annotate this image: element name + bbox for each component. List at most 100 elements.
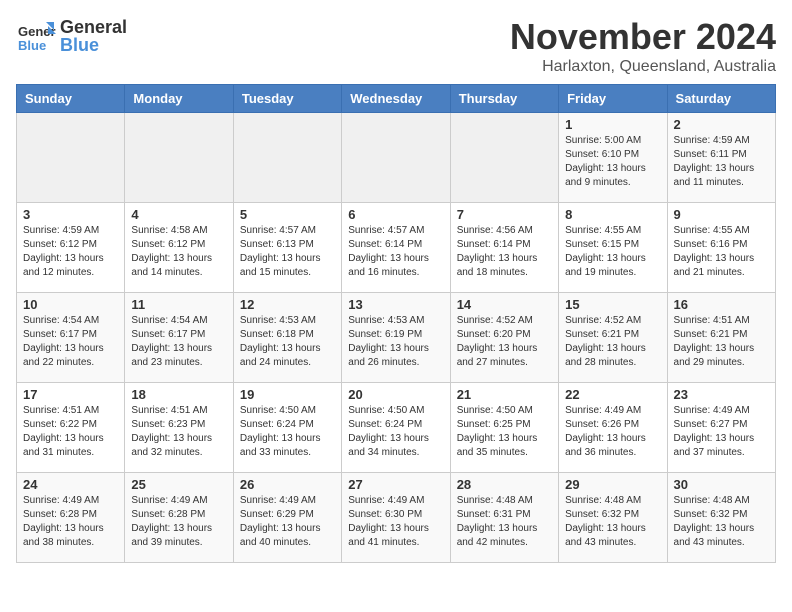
day-info: Sunrise: 4:54 AM Sunset: 6:17 PM Dayligh… (131, 314, 226, 370)
day-number: 30 (674, 477, 769, 492)
col-tuesday: Tuesday (233, 85, 341, 113)
table-row: 24Sunrise: 4:49 AM Sunset: 6:28 PM Dayli… (17, 473, 125, 563)
day-number: 20 (348, 387, 443, 402)
day-info: Sunrise: 4:51 AM Sunset: 6:23 PM Dayligh… (131, 404, 226, 460)
day-info: Sunrise: 5:00 AM Sunset: 6:10 PM Dayligh… (565, 134, 660, 190)
day-info: Sunrise: 4:48 AM Sunset: 6:32 PM Dayligh… (674, 494, 769, 550)
day-number: 25 (131, 477, 226, 492)
day-info: Sunrise: 4:49 AM Sunset: 6:29 PM Dayligh… (240, 494, 335, 550)
logo-blue: Blue (60, 36, 127, 54)
day-number: 8 (565, 207, 660, 222)
day-info: Sunrise: 4:57 AM Sunset: 6:13 PM Dayligh… (240, 224, 335, 280)
table-row (342, 113, 450, 203)
day-number: 1 (565, 117, 660, 132)
col-sunday: Sunday (17, 85, 125, 113)
day-info: Sunrise: 4:53 AM Sunset: 6:19 PM Dayligh… (348, 314, 443, 370)
col-saturday: Saturday (667, 85, 775, 113)
day-info: Sunrise: 4:50 AM Sunset: 6:25 PM Dayligh… (457, 404, 552, 460)
table-row: 16 Sunrise: 4:51 AM Sunset: 6:21 PM Dayli… (667, 293, 775, 383)
day-number: 29 (565, 477, 660, 492)
calendar-header-row: Sunday Monday Tuesday Wednesday Thursday… (17, 85, 776, 113)
table-row: 9 Sunrise: 4:55 AM Sunset: 6:16 PM Daylig… (667, 203, 775, 293)
day-number: 5 (240, 207, 335, 222)
day-info: Sunrise: 4:56 AM Sunset: 6:14 PM Dayligh… (457, 224, 552, 280)
table-row: 30 Sunrise: 4:48 AM Sunset: 6:32 PM Dayli… (667, 473, 775, 563)
table-row: 27Sunrise: 4:49 AM Sunset: 6:30 PM Dayli… (342, 473, 450, 563)
col-monday: Monday (125, 85, 233, 113)
day-number: 18 (131, 387, 226, 402)
logo-general: General (60, 18, 127, 36)
col-friday: Friday (559, 85, 667, 113)
table-row: 25 Sunrise: 4:49 AM Sunset: 6:28 PM Dayli… (125, 473, 233, 563)
day-number: 28 (457, 477, 552, 492)
day-number: 19 (240, 387, 335, 402)
table-row: 2Sunrise: 4:59 AM Sunset: 6:11 PM Daylig… (667, 113, 775, 203)
table-row: 28 Sunrise: 4:48 AM Sunset: 6:31 PM Dayli… (450, 473, 558, 563)
logo-icon: General Blue (16, 16, 56, 56)
table-row: 20 Sunrise: 4:50 AM Sunset: 6:24 PM Dayli… (342, 383, 450, 473)
table-row: 14Sunrise: 4:52 AM Sunset: 6:20 PM Dayli… (450, 293, 558, 383)
svg-text:Blue: Blue (18, 38, 46, 53)
table-row: 3 Sunrise: 4:59 AM Sunset: 6:12 PM Daylig… (17, 203, 125, 293)
day-info: Sunrise: 4:49 AM Sunset: 6:28 PM Dayligh… (131, 494, 226, 550)
page-header: General Blue General Blue November 2024 … (16, 16, 776, 76)
week-row-2: 3 Sunrise: 4:59 AM Sunset: 6:12 PM Daylig… (17, 203, 776, 293)
day-number: 15 (565, 297, 660, 312)
table-row: 18 Sunrise: 4:51 AM Sunset: 6:23 PM Dayli… (125, 383, 233, 473)
table-row: 26 Sunrise: 4:49 AM Sunset: 6:29 PM Dayli… (233, 473, 341, 563)
day-number: 12 (240, 297, 335, 312)
calendar-table: Sunday Monday Tuesday Wednesday Thursday… (16, 84, 776, 563)
day-number: 6 (348, 207, 443, 222)
day-number: 3 (23, 207, 118, 222)
table-row: 4 Sunrise: 4:58 AM Sunset: 6:12 PM Daylig… (125, 203, 233, 293)
day-number: 27 (348, 477, 443, 492)
table-row (17, 113, 125, 203)
week-row-5: 24Sunrise: 4:49 AM Sunset: 6:28 PM Dayli… (17, 473, 776, 563)
day-info: Sunrise: 4:51 AM Sunset: 6:21 PM Dayligh… (674, 314, 769, 370)
table-row: 22 Sunrise: 4:49 AM Sunset: 6:26 PM Dayli… (559, 383, 667, 473)
day-info: Sunrise: 4:51 AM Sunset: 6:22 PM Dayligh… (23, 404, 118, 460)
day-number: 2 (674, 117, 769, 132)
day-number: 9 (674, 207, 769, 222)
month-title: November 2024 (510, 16, 776, 58)
day-info: Sunrise: 4:52 AM Sunset: 6:21 PM Dayligh… (565, 314, 660, 370)
day-number: 26 (240, 477, 335, 492)
table-row: 8 Sunrise: 4:55 AM Sunset: 6:15 PM Daylig… (559, 203, 667, 293)
day-info: Sunrise: 4:55 AM Sunset: 6:15 PM Dayligh… (565, 224, 660, 280)
day-info: Sunrise: 4:49 AM Sunset: 6:26 PM Dayligh… (565, 404, 660, 460)
day-number: 17 (23, 387, 118, 402)
day-info: Sunrise: 4:58 AM Sunset: 6:12 PM Dayligh… (131, 224, 226, 280)
table-row: 15 Sunrise: 4:52 AM Sunset: 6:21 PM Dayli… (559, 293, 667, 383)
week-row-4: 17 Sunrise: 4:51 AM Sunset: 6:22 PM Dayli… (17, 383, 776, 473)
logo: General Blue General Blue (16, 16, 127, 56)
table-row (450, 113, 558, 203)
table-row: 21Sunrise: 4:50 AM Sunset: 6:25 PM Dayli… (450, 383, 558, 473)
col-wednesday: Wednesday (342, 85, 450, 113)
table-row: 7Sunrise: 4:56 AM Sunset: 6:14 PM Daylig… (450, 203, 558, 293)
day-number: 22 (565, 387, 660, 402)
day-info: Sunrise: 4:50 AM Sunset: 6:24 PM Dayligh… (348, 404, 443, 460)
table-row (233, 113, 341, 203)
day-info: Sunrise: 4:49 AM Sunset: 6:27 PM Dayligh… (674, 404, 769, 460)
table-row: 10Sunrise: 4:54 AM Sunset: 6:17 PM Dayli… (17, 293, 125, 383)
day-info: Sunrise: 4:48 AM Sunset: 6:32 PM Dayligh… (565, 494, 660, 550)
table-row: 11 Sunrise: 4:54 AM Sunset: 6:17 PM Dayli… (125, 293, 233, 383)
day-info: Sunrise: 4:55 AM Sunset: 6:16 PM Dayligh… (674, 224, 769, 280)
day-info: Sunrise: 4:50 AM Sunset: 6:24 PM Dayligh… (240, 404, 335, 460)
day-number: 4 (131, 207, 226, 222)
day-info: Sunrise: 4:48 AM Sunset: 6:31 PM Dayligh… (457, 494, 552, 550)
day-number: 16 (674, 297, 769, 312)
table-row: 23Sunrise: 4:49 AM Sunset: 6:27 PM Dayli… (667, 383, 775, 473)
col-thursday: Thursday (450, 85, 558, 113)
title-section: November 2024 Harlaxton, Queensland, Aus… (510, 16, 776, 76)
day-info: Sunrise: 4:54 AM Sunset: 6:17 PM Dayligh… (23, 314, 118, 370)
day-info: Sunrise: 4:57 AM Sunset: 6:14 PM Dayligh… (348, 224, 443, 280)
day-number: 11 (131, 297, 226, 312)
table-row: 12Sunrise: 4:53 AM Sunset: 6:18 PM Dayli… (233, 293, 341, 383)
table-row: 19 Sunrise: 4:50 AM Sunset: 6:24 PM Dayli… (233, 383, 341, 473)
table-row: 13Sunrise: 4:53 AM Sunset: 6:19 PM Dayli… (342, 293, 450, 383)
week-row-1: 1 Sunrise: 5:00 AM Sunset: 6:10 PM Daylig… (17, 113, 776, 203)
day-number: 14 (457, 297, 552, 312)
day-info: Sunrise: 4:59 AM Sunset: 6:12 PM Dayligh… (23, 224, 118, 280)
table-row: 1 Sunrise: 5:00 AM Sunset: 6:10 PM Daylig… (559, 113, 667, 203)
